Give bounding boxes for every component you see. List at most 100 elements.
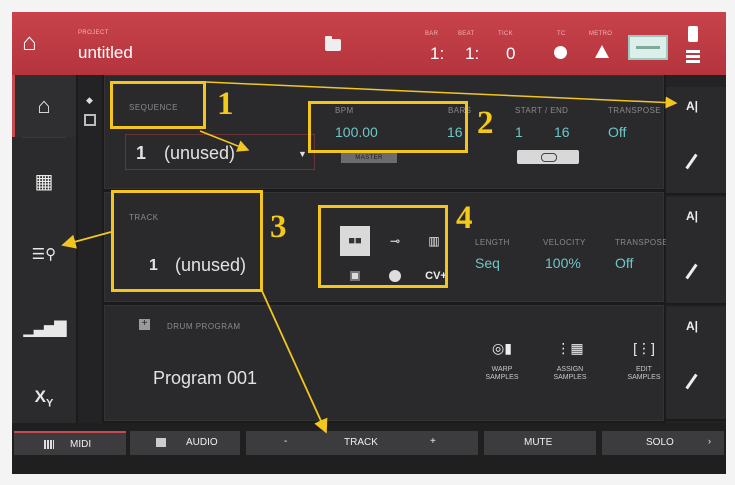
pencil-icon[interactable]	[685, 263, 698, 280]
battery-icon	[688, 26, 698, 42]
pencil-icon[interactable]	[685, 373, 698, 390]
track-previous-button[interactable]: -	[284, 436, 287, 447]
bar-value[interactable]: 1:	[430, 44, 444, 64]
track-label: TRACK	[344, 437, 378, 448]
track-transpose-caption: TRANSPOSE	[615, 238, 668, 247]
track-next-button[interactable]: +	[430, 436, 436, 447]
sequence-transpose-caption: TRANSPOSE	[608, 106, 661, 115]
length-caption: LENGTH	[475, 238, 510, 247]
loop-icon[interactable]	[517, 150, 579, 164]
audio-button[interactable]: AUDIO	[130, 431, 240, 455]
solo-label: SOLO	[646, 437, 674, 448]
pencil-icon[interactable]	[685, 153, 698, 170]
edit-samples-icon[interactable]: [⋮]	[629, 339, 659, 357]
warp-samples-label: SAMPLES	[485, 374, 519, 381]
waveform-thumbnail-icon[interactable]	[628, 35, 668, 60]
tc-caption: TC	[557, 31, 566, 37]
add-program-icon[interactable]: +	[139, 319, 150, 330]
bottom-bar: MIDI AUDIO - TRACK + MUTE SOLO ›	[12, 423, 726, 474]
program-tools: A|	[666, 307, 726, 421]
warp-samples-button[interactable]: WARP SAMPLES	[477, 366, 527, 382]
annotation-number-1: 1	[217, 86, 234, 122]
edit-samples-button[interactable]: EDIT SAMPLES	[619, 366, 669, 382]
velocity-value[interactable]: 100%	[545, 255, 581, 271]
edit-label: EDIT	[636, 366, 652, 373]
mute-label: MUTE	[524, 437, 553, 448]
grid-icon: ▦	[34, 170, 54, 193]
track-stepper: - TRACK +	[246, 431, 478, 455]
beat-caption: BEAT	[458, 31, 475, 37]
annotation-number-3: 3	[270, 209, 287, 245]
annotation-box-1	[110, 81, 206, 129]
warp-icon[interactable]: ◎▮	[487, 339, 517, 357]
velocity-caption: VELOCITY	[543, 238, 586, 247]
bar-caption: BAR	[425, 31, 439, 37]
track-transpose-value[interactable]: Off	[615, 255, 633, 271]
rename-icon[interactable]: A|	[686, 319, 698, 333]
grid-view-icon[interactable]	[84, 114, 96, 126]
assign-label: ASSIGN	[556, 366, 584, 373]
home-icon[interactable]: ⌂	[22, 31, 37, 55]
sequence-tools: A|	[666, 87, 726, 195]
eye-icon[interactable]: ◆	[86, 95, 93, 106]
storage-stack-icon[interactable]	[686, 50, 700, 63]
sidebar-item-mixer[interactable]: ▁▃▅▇	[12, 297, 76, 359]
annotation-number-2: 2	[477, 105, 494, 141]
xy-fx-icon: XY	[34, 386, 54, 410]
tick-caption: TICK	[498, 31, 513, 37]
edit-samples-label: SAMPLES	[627, 374, 661, 381]
view-toggle-column: ◆	[78, 75, 102, 423]
start-value[interactable]: 1	[515, 124, 523, 140]
record-dot-icon[interactable]	[554, 46, 567, 59]
sequence-name: (unused)	[164, 143, 236, 163]
audio-icon	[156, 438, 166, 447]
annotation-box-2	[308, 101, 468, 153]
search-list-icon: ☰⚲	[31, 246, 57, 263]
project-name[interactable]: untitled	[78, 43, 133, 63]
program-name[interactable]: Program 001	[153, 368, 257, 389]
rename-icon[interactable]: A|	[686, 99, 698, 113]
warp-label: WARP	[491, 366, 513, 373]
metro-caption: METRO	[589, 31, 613, 37]
track-tools: A|	[666, 197, 726, 305]
assign-samples-label: SAMPLES	[553, 374, 587, 381]
right-tool-column: A| A| A|	[666, 75, 726, 423]
main-sidebar: ⌂ ▦ ☰⚲ ▁▃▅▇ XY	[12, 75, 76, 423]
master-button[interactable]: MASTER	[341, 152, 397, 163]
length-value[interactable]: Seq	[475, 255, 500, 271]
tick-value[interactable]: 0	[506, 44, 515, 64]
sidebar-item-home[interactable]: ⌂	[12, 75, 76, 137]
assign-icon[interactable]: ⋮▦	[555, 339, 585, 357]
header-bar: ⌂ PROJECT untitled BAR BEAT TICK TC METR…	[12, 12, 726, 75]
annotation-box-4	[318, 205, 448, 288]
sequence-transpose-value[interactable]: Off	[608, 124, 626, 140]
rename-icon[interactable]: A|	[686, 209, 698, 223]
solo-button[interactable]: SOLO ›	[602, 431, 724, 455]
assign-samples-button[interactable]: ASSIGN SAMPLES	[545, 366, 595, 382]
annotation-box-3	[111, 190, 263, 292]
project-caption: PROJECT	[78, 30, 109, 36]
midi-label: MIDI	[70, 439, 92, 450]
sequence-dropdown[interactable]: 1 (unused) ▼	[125, 134, 315, 170]
sidebar-item-browser[interactable]: ☰⚲	[12, 223, 76, 285]
divider	[22, 137, 66, 138]
midi-button[interactable]: MIDI	[14, 431, 126, 455]
beat-value[interactable]: 1:	[465, 44, 479, 64]
home-icon: ⌂	[37, 93, 51, 118]
chevron-right-icon: ›	[708, 436, 711, 446]
start-end-caption: START / END	[515, 106, 569, 115]
sidebar-item-xy[interactable]: XY	[12, 367, 76, 429]
mute-button[interactable]: MUTE	[484, 431, 596, 455]
sequence-number: 1	[136, 143, 147, 163]
sidebar-item-grid[interactable]: ▦	[12, 150, 76, 212]
annotation-number-4: 4	[456, 200, 473, 236]
program-caption: DRUM PROGRAM	[167, 322, 241, 331]
end-value[interactable]: 16	[554, 124, 570, 140]
midi-icon	[44, 440, 54, 449]
chevron-down-icon: ▼	[298, 149, 307, 159]
program-panel: + DRUM PROGRAM Program 001 ◎▮ WARP SAMPL…	[104, 305, 664, 421]
audio-label: AUDIO	[186, 437, 218, 448]
level-bars-icon: ▁▃▅▇	[23, 320, 66, 337]
metronome-icon[interactable]	[595, 45, 609, 58]
folder-icon[interactable]	[325, 36, 341, 51]
